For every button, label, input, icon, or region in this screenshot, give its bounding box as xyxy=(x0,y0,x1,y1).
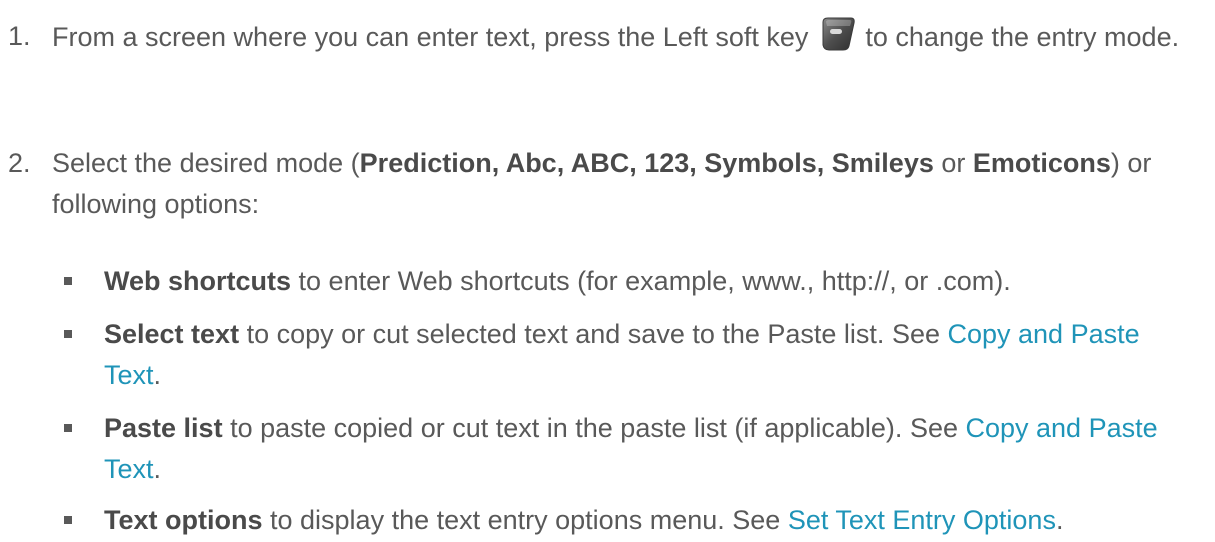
option-term: Text options xyxy=(104,505,263,535)
option-term: Select text xyxy=(104,319,240,349)
mode-emoticons: Emoticons xyxy=(972,148,1111,178)
mode-list: Prediction, Abc, ABC, 123, Symbols, Smil… xyxy=(359,148,934,178)
instruction-document: 1. From a screen where you can enter tex… xyxy=(0,0,1215,542)
bullet-marker xyxy=(64,277,72,285)
step-text: From a screen where you can enter text, … xyxy=(52,16,1200,58)
step-number: 2. xyxy=(8,148,31,178)
left-soft-key-icon xyxy=(822,17,855,51)
bullet-marker xyxy=(64,330,72,338)
bullet-marker xyxy=(64,516,72,524)
bullet-marker xyxy=(64,424,72,432)
option-term: Paste list xyxy=(104,413,223,443)
step-number: 1. xyxy=(8,21,31,51)
step-text: Select the desired mode (Prediction, Abc… xyxy=(52,148,1152,219)
text-entry-options-link[interactable]: Set Text Entry Options xyxy=(788,505,1056,535)
option-term: Web shortcuts xyxy=(104,266,292,296)
